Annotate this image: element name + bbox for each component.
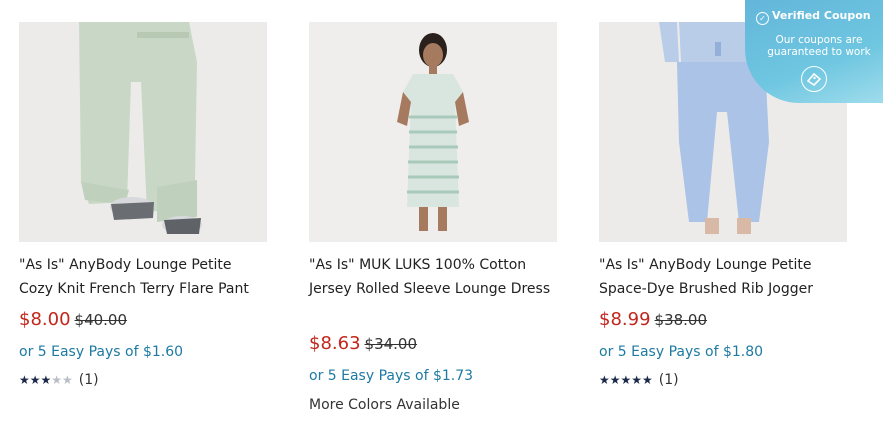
product-image-lounge-dress[interactable] — [309, 22, 557, 242]
rating[interactable]: ★★★★★ (1) — [19, 372, 99, 388]
easy-pay-text: or 5 Easy Pays of $1.60 — [19, 344, 184, 360]
coupon-title: Verified Coupon — [772, 9, 871, 22]
coupon-header: ✓ Verified Coupon — [756, 9, 871, 25]
star-filled-icon: ★★★★★ — [599, 373, 653, 387]
product-title[interactable]: "As Is" MUK LUKS 100% Cotton Jersey Roll… — [309, 253, 559, 301]
product-title[interactable]: "As Is" AnyBody Lounge Petite Cozy Knit … — [19, 253, 269, 301]
coupon-subtitle: Our coupons are guaranteed to work — [767, 34, 871, 58]
review-count: (1) — [78, 372, 99, 388]
star-empty-icon: ★★ — [51, 373, 73, 387]
sale-price: $8.99 — [599, 309, 651, 330]
original-price: $40.00 — [74, 311, 128, 329]
more-colors-text[interactable]: More Colors Available — [309, 397, 460, 413]
original-price: $34.00 — [364, 335, 418, 353]
original-price: $38.00 — [654, 311, 708, 329]
ticket-icon[interactable] — [801, 66, 827, 92]
easy-pay-text: or 5 Easy Pays of $1.80 — [599, 344, 764, 360]
review-count: (1) — [658, 372, 679, 388]
rating[interactable]: ★★★★★ (1) — [599, 372, 679, 388]
product-image-flare-pant[interactable] — [19, 22, 267, 242]
check-circle-icon: ✓ — [756, 12, 769, 25]
sale-price: $8.00 — [19, 309, 71, 330]
verified-coupon-badge[interactable]: ✓ Verified Coupon Our coupons are guarant… — [745, 0, 883, 103]
easy-pay-text: or 5 Easy Pays of $1.73 — [309, 368, 474, 384]
star-filled-icon: ★★★ — [19, 373, 52, 387]
product-title[interactable]: "As Is" AnyBody Lounge Petite Space-Dye … — [599, 253, 849, 301]
sale-price: $8.63 — [309, 333, 361, 354]
